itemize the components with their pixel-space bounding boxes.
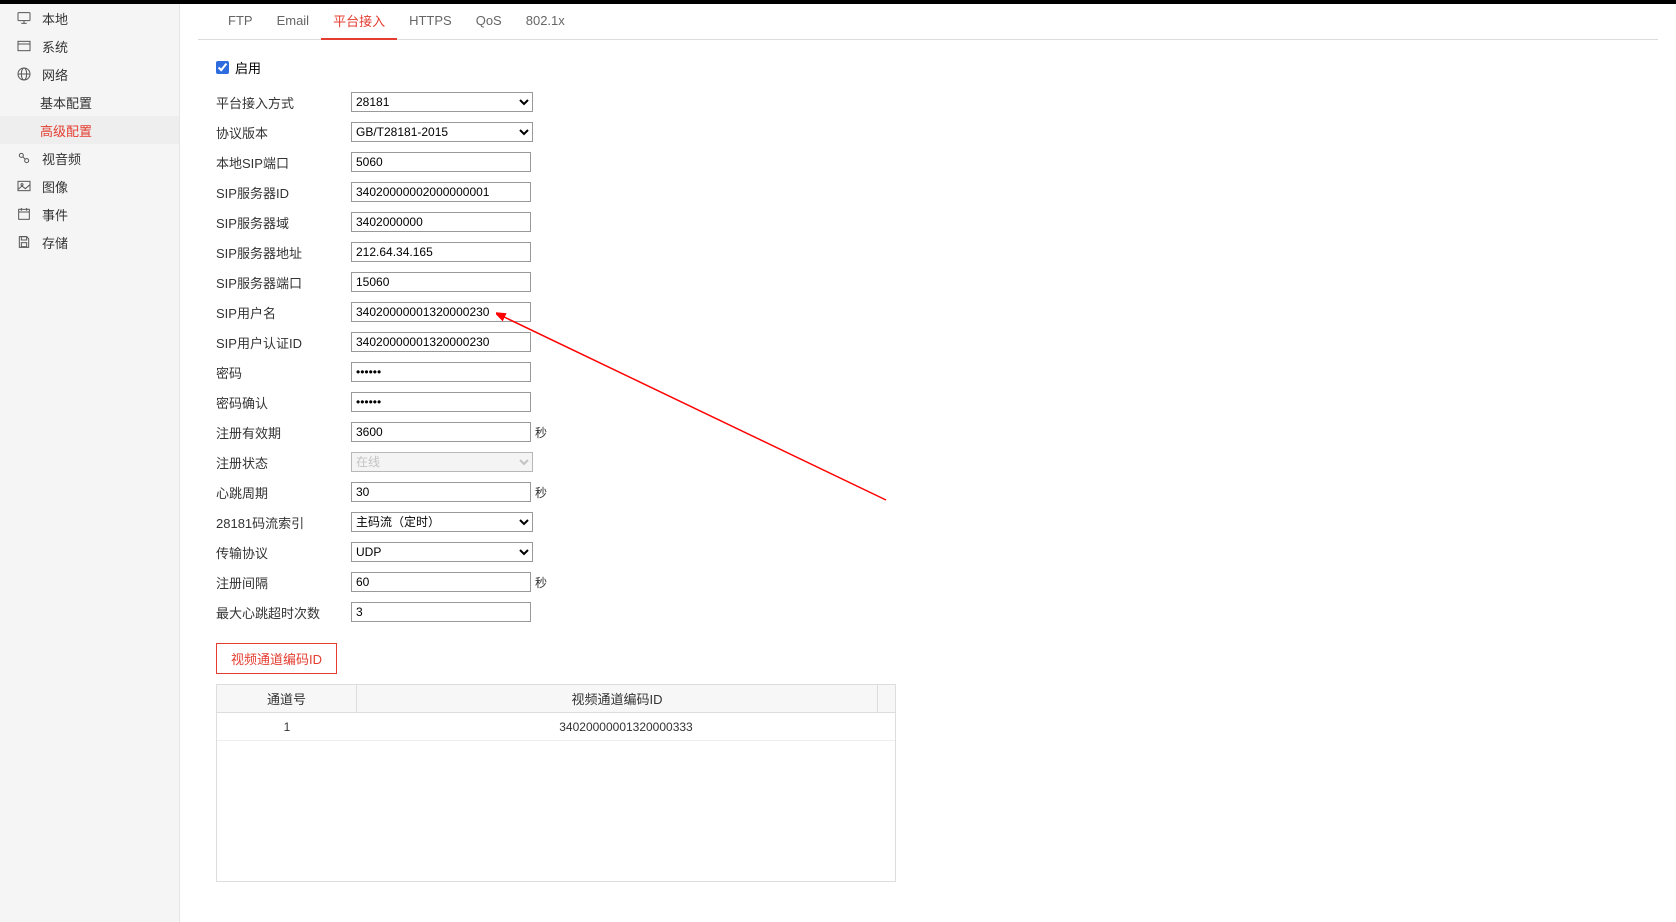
sidebar-item-basic-config[interactable]: 基本配置 <box>0 88 179 116</box>
table-header-scroll <box>877 685 895 713</box>
sip-server-port-input[interactable] <box>351 272 531 292</box>
sidebar-item-label: 事件 <box>42 205 68 224</box>
access-mode-label: 平台接入方式 <box>216 93 351 112</box>
unit-seconds: 秒 <box>535 574 547 591</box>
protocol-ver-label: 协议版本 <box>216 123 351 142</box>
reg-status-select: 在线 <box>351 452 533 472</box>
table-header-channel: 通道号 <box>217 685 357 713</box>
sip-server-id-input[interactable] <box>351 182 531 202</box>
sidebar-item-system[interactable]: 系统 <box>0 32 179 60</box>
stream-index-label: 28181码流索引 <box>216 513 351 532</box>
password-label: 密码 <box>216 363 351 382</box>
sidebar-item-event[interactable]: 事件 <box>0 200 179 228</box>
sidebar-item-network[interactable]: 网络 <box>0 60 179 88</box>
form: 启用 平台接入方式28181 协议版本GB/T28181-2015 本地SIP端… <box>180 40 1676 882</box>
sip-auth-id-label: SIP用户认证ID <box>216 333 351 352</box>
channel-id-tab-button[interactable]: 视频通道编码ID <box>216 643 337 674</box>
protocol-ver-select[interactable]: GB/T28181-2015 <box>351 122 533 142</box>
sidebar-item-label: 系统 <box>42 37 68 56</box>
cell-id: 34020000001320000333 <box>357 713 895 741</box>
sidebar-item-label: 本地 <box>42 9 68 28</box>
sidebar-item-storage[interactable]: 存储 <box>0 228 179 256</box>
reg-validity-label: 注册有效期 <box>216 423 351 442</box>
sidebar-item-local[interactable]: 本地 <box>0 4 179 32</box>
tab-8021x[interactable]: 802.1x <box>514 3 577 39</box>
transport-select[interactable]: UDP <box>351 542 533 562</box>
tab-qos[interactable]: QoS <box>464 3 514 39</box>
tab-https[interactable]: HTTPS <box>397 3 464 39</box>
reg-interval-label: 注册间隔 <box>216 573 351 592</box>
monitor-icon <box>14 8 34 28</box>
sidebar-item-av[interactable]: 视音频 <box>0 144 179 172</box>
heartbeat-input[interactable] <box>351 482 531 502</box>
reg-interval-input[interactable] <box>351 572 531 592</box>
max-hb-timeout-label: 最大心跳超时次数 <box>216 603 351 622</box>
globe-icon <box>14 64 34 84</box>
local-sip-port-label: 本地SIP端口 <box>216 153 351 172</box>
sip-server-addr-input[interactable] <box>351 242 531 262</box>
sidebar-item-label: 视音频 <box>42 149 81 168</box>
sip-auth-id-input[interactable] <box>351 332 531 352</box>
stream-index-select[interactable]: 主码流（定时） <box>351 512 533 532</box>
password-input[interactable] <box>351 362 531 382</box>
tabs: FTP Email 平台接入 HTTPS QoS 802.1x <box>198 4 1658 40</box>
unit-seconds: 秒 <box>535 424 547 441</box>
main-content: FTP Email 平台接入 HTTPS QoS 802.1x 启用 平台接入方… <box>180 4 1676 922</box>
sidebar: 本地 系统 网络 基本配置 高级配置 视音频 图像 事件 存储 <box>0 4 180 922</box>
table-header-id: 视频通道编码ID <box>357 685 877 713</box>
sip-server-domain-input[interactable] <box>351 212 531 232</box>
password-confirm-label: 密码确认 <box>216 393 351 412</box>
table-row[interactable]: 1 34020000001320000333 <box>217 713 895 741</box>
access-mode-select[interactable]: 28181 <box>351 92 533 112</box>
sidebar-item-label: 图像 <box>42 177 68 196</box>
transport-label: 传输协议 <box>216 543 351 562</box>
sip-server-addr-label: SIP服务器地址 <box>216 243 351 262</box>
calendar-icon <box>14 204 34 224</box>
sidebar-item-advanced-config[interactable]: 高级配置 <box>0 116 179 144</box>
image-icon <box>14 176 34 196</box>
sidebar-item-label: 网络 <box>42 65 68 84</box>
save-icon <box>14 232 34 252</box>
sidebar-item-image[interactable]: 图像 <box>0 172 179 200</box>
sidebar-item-label: 基本配置 <box>40 93 92 112</box>
password-confirm-input[interactable] <box>351 392 531 412</box>
sip-user-input[interactable] <box>351 302 531 322</box>
sidebar-item-label: 高级配置 <box>40 121 92 140</box>
sip-server-id-label: SIP服务器ID <box>216 183 351 202</box>
av-icon <box>14 148 34 168</box>
tab-ftp[interactable]: FTP <box>216 3 265 39</box>
channel-table: 通道号 视频通道编码ID 1 34020000001320000333 <box>216 684 896 882</box>
sip-server-port-label: SIP服务器端口 <box>216 273 351 292</box>
sip-server-domain-label: SIP服务器域 <box>216 213 351 232</box>
reg-validity-input[interactable] <box>351 422 531 442</box>
heartbeat-label: 心跳周期 <box>216 483 351 502</box>
enable-checkbox[interactable] <box>216 61 229 74</box>
reg-status-label: 注册状态 <box>216 453 351 472</box>
sip-user-label: SIP用户名 <box>216 303 351 322</box>
tab-platform-access[interactable]: 平台接入 <box>321 4 397 40</box>
cell-channel: 1 <box>217 713 357 741</box>
sidebar-item-label: 存储 <box>42 233 68 252</box>
tab-email[interactable]: Email <box>265 3 322 39</box>
max-hb-timeout-input[interactable] <box>351 602 531 622</box>
window-icon <box>14 36 34 56</box>
enable-label: 启用 <box>235 58 261 77</box>
local-sip-port-input[interactable] <box>351 152 531 172</box>
unit-seconds: 秒 <box>535 484 547 501</box>
